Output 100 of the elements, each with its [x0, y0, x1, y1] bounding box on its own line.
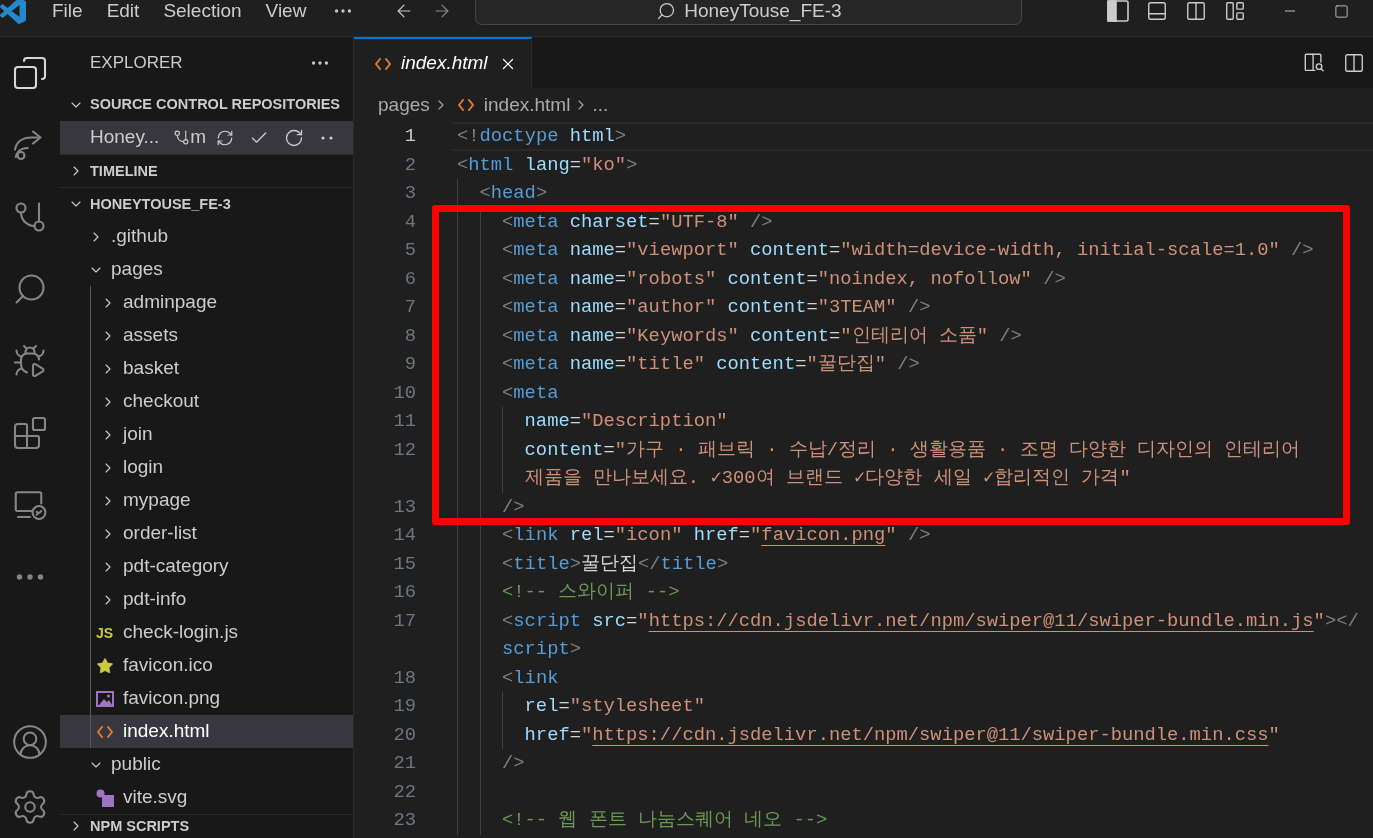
line-number: 5: [404, 238, 416, 264]
split-layout-icon[interactable]: [1185, 0, 1207, 22]
line-number: 4: [404, 209, 416, 235]
code-line: <title>꿀단집</title>: [502, 552, 729, 575]
code-line: script>: [502, 638, 581, 661]
code-line: <meta charset="UTF-8" />: [502, 210, 773, 233]
breadcrumb-item[interactable]: index.html: [451, 90, 571, 120]
code-line: <html lang="ko">: [457, 153, 638, 176]
menu-item[interactable]: Edit: [94, 0, 152, 22]
menu-item[interactable]: File: [40, 0, 95, 22]
line-number: 15: [393, 551, 416, 577]
code-line: <link: [502, 666, 559, 689]
tree-item[interactable]: vite.svg: [60, 781, 353, 814]
line-number: 6: [404, 266, 416, 292]
tree-item[interactable]: favicon.png: [60, 682, 353, 715]
tree-item[interactable]: login: [60, 451, 353, 484]
tree-item[interactable]: adminpage: [60, 286, 353, 319]
tree-item[interactable]: pdt-category: [60, 550, 353, 583]
line-number: 17: [393, 608, 416, 634]
line-number: 8: [404, 323, 416, 349]
tree-item[interactable]: index.html: [60, 715, 353, 748]
code-line: <link rel="icon" href="favicon.png" />: [502, 524, 931, 547]
code-line: <meta name="title" content="꿀단집" />: [502, 353, 920, 376]
breadcrumb-item[interactable]: ...: [592, 90, 609, 120]
menu-item[interactable]: Selection: [151, 0, 254, 22]
branch-button[interactable]: m: [173, 123, 207, 152]
star-icon: [96, 656, 114, 675]
line-number: 20: [393, 722, 416, 748]
tree-item[interactable]: .github: [60, 220, 353, 253]
code-line: />: [502, 752, 525, 775]
sidebar-layout-icon[interactable]: [1107, 0, 1129, 22]
layout-icon[interactable]: [1224, 0, 1246, 22]
code-link[interactable]: https://cdn.jsdelivr.net/npm/swiper@11/swiper-bundle.min.css: [592, 723, 1269, 746]
sidebar-title: EXPLORER: [90, 51, 183, 74]
tree-item[interactable]: join: [60, 418, 353, 451]
line-number: 12: [393, 437, 416, 463]
line-number: 14: [393, 523, 416, 549]
breadcrumb-item[interactable]: pages: [378, 90, 430, 120]
code-line: <meta name="robots" content="noindex, nofollow" />: [502, 267, 1066, 290]
section-header[interactable]: HONEYTOUSE_FE-3: [60, 187, 353, 220]
line-number: 16: [393, 580, 416, 606]
code-line: href="https://cdn.jsdelivr.net/npm/swiper@11/swiper-bundle.min.css": [524, 723, 1280, 746]
code-line: name="Description": [524, 410, 728, 433]
search-icon: [656, 0, 677, 21]
tree-item[interactable]: checkout: [60, 385, 353, 418]
line-number: 10: [393, 380, 416, 406]
code-link[interactable]: https://cdn.jsdelivr.net/npm/swiper@11/swiper-bundle.min.js: [648, 609, 1314, 632]
tree-item[interactable]: pdt-info: [60, 583, 353, 616]
section-header[interactable]: TIMELINE: [60, 154, 353, 187]
line-number: 2: [404, 152, 416, 178]
tree-item[interactable]: assets: [60, 319, 353, 352]
extensions-icon[interactable]: [12, 415, 48, 451]
repository-name: Honey...: [90, 125, 160, 150]
tree-item[interactable]: pages: [60, 253, 353, 286]
branch-icon: [173, 129, 191, 146]
line-number: 7: [404, 295, 416, 321]
more-icon[interactable]: [321, 135, 334, 140]
split-editor-icon[interactable]: [1343, 51, 1365, 74]
tree-item[interactable]: public: [60, 748, 353, 781]
files-icon[interactable]: [12, 55, 48, 91]
repository-row[interactable]: Honey... m: [60, 121, 353, 154]
line-number: 13: [393, 494, 416, 520]
line-number: 11: [393, 409, 416, 435]
code-line: <meta name="author" content="3TEAM" />: [502, 296, 931, 319]
line-number: 3: [404, 181, 416, 207]
preview-split-icon[interactable]: [1303, 51, 1325, 74]
tree-item[interactable]: mypage: [60, 484, 353, 517]
section-header[interactable]: NPM SCRIPTS: [60, 814, 353, 838]
panel-layout-icon[interactable]: [1146, 0, 1168, 22]
code-line: />: [502, 495, 525, 518]
code-line: <script src="https://cdn.jsdelivr.net/npm/swiper@11/swiper-bundle.min.js"></: [502, 609, 1359, 632]
shapes-icon: [96, 788, 114, 807]
refresh-icon[interactable]: [284, 127, 305, 148]
code-line: 제품을 만나보세요. ✓300여 브랜드 ✓다양한 세일 ✓합리적인 가격": [524, 467, 1131, 490]
menu-item[interactable]: View: [253, 0, 319, 22]
code-link[interactable]: favicon.png: [761, 524, 886, 547]
tree-item[interactable]: basket: [60, 352, 353, 385]
code-brackets-icon: [97, 725, 113, 738]
account-icon[interactable]: [11, 723, 49, 761]
section-header[interactable]: SOURCE CONTROL REPOSITORIES: [60, 88, 353, 121]
maximize-icon[interactable]: [1334, 3, 1349, 19]
code-line: <!-- 웹 폰트 나눔스퀘어 네오 -->: [502, 809, 828, 832]
run-debug-icon[interactable]: [12, 343, 48, 379]
code-line: content="가구 · 패브릭 · 수납/정리 · 생활용품 · 조명 다양한 디자인의 인테리어: [524, 438, 1301, 461]
sync-icon[interactable]: [216, 128, 235, 147]
line-number: 1: [404, 124, 416, 150]
search-icon[interactable]: [12, 271, 48, 307]
editor-tab[interactable]: index.html: [354, 37, 532, 88]
code-line: rel="stylesheet": [524, 695, 705, 718]
tree-item[interactable]: favicon.ico: [60, 649, 353, 682]
logo-icon: [0, 0, 26, 24]
tree-item[interactable]: order-list: [60, 517, 353, 550]
js-file-icon: JS: [96, 625, 114, 640]
code-line: <!-- 스와이퍼 -->: [502, 581, 680, 604]
line-number: 23: [393, 808, 416, 834]
search-box[interactable]: HoneyTouse_FE-3: [475, 0, 1023, 25]
line-number: 21: [393, 751, 416, 777]
tree-item[interactable]: JS check-login.js: [60, 616, 353, 649]
line-number: 9: [404, 352, 416, 378]
code-brackets-icon: [457, 99, 474, 111]
